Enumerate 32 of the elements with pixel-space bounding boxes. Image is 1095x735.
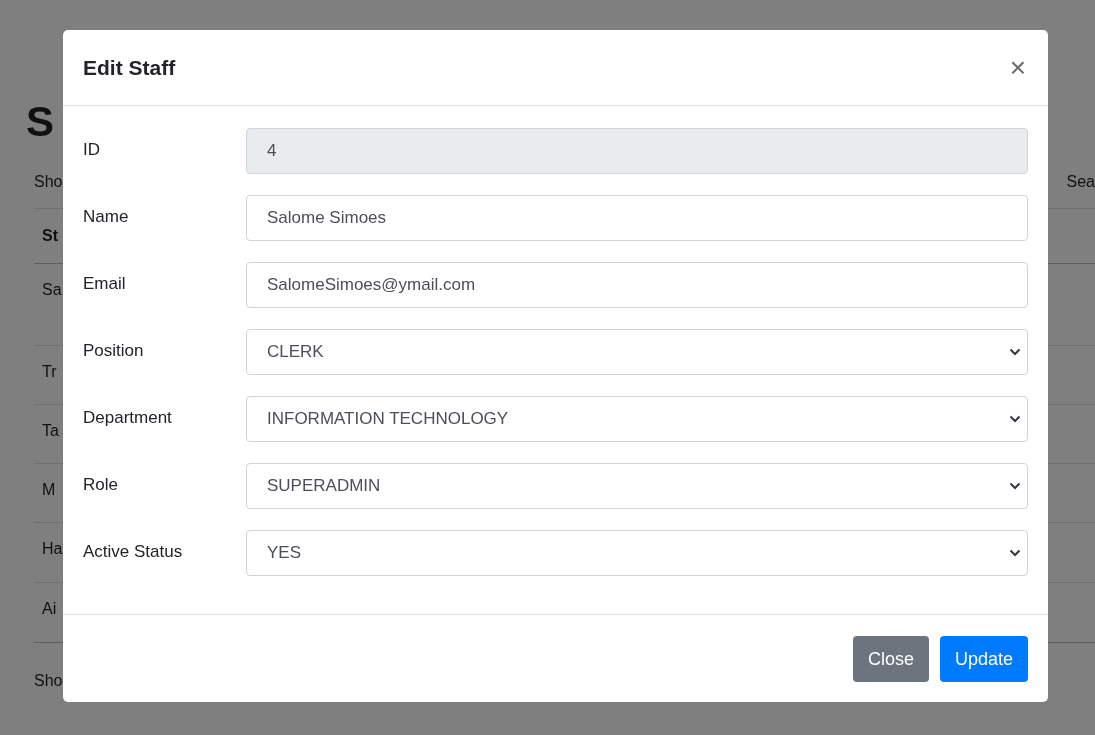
modal-title: Edit Staff xyxy=(83,55,176,80)
select-field[interactable]: CLERK xyxy=(246,329,1028,375)
field-label: Role xyxy=(83,474,119,495)
field-label: Email xyxy=(83,273,127,294)
table-cell: Ha xyxy=(42,539,63,559)
table-cell: Ta xyxy=(42,421,59,441)
table-cell: M xyxy=(42,480,56,500)
search-label: Sea xyxy=(1066,172,1095,192)
select-field[interactable]: INFORMATION TECHNOLOGY xyxy=(246,396,1028,442)
field-label: ID xyxy=(83,139,101,160)
select-field[interactable]: YES xyxy=(246,530,1028,576)
chevron-down-icon xyxy=(1009,415,1021,423)
table-info: Sho xyxy=(34,671,63,691)
chevron-down-icon xyxy=(1009,549,1021,557)
table-cell: Ai xyxy=(42,599,57,619)
update-button[interactable]: Update xyxy=(939,636,1028,682)
field-label: Name xyxy=(83,206,130,227)
close-button[interactable]: Close xyxy=(852,636,929,682)
field-label: Position xyxy=(83,340,145,361)
select-field[interactable]: SUPERADMIN xyxy=(246,463,1028,509)
input-field[interactable]: Salome Simoes xyxy=(246,195,1028,241)
field-label: Active Status xyxy=(83,541,184,562)
column-header: St xyxy=(42,226,58,246)
field-label: Department xyxy=(83,407,173,428)
input-field[interactable]: SalomeSimoes@ymail.com xyxy=(246,262,1028,308)
table-cell: Sa xyxy=(42,280,62,300)
page-heading: S xyxy=(26,97,54,147)
close-button[interactable]: × xyxy=(1007,53,1028,82)
chevron-down-icon xyxy=(1009,348,1021,356)
entries-label: Sho xyxy=(34,172,63,192)
chevron-down-icon xyxy=(1009,482,1021,490)
table-cell: Tr xyxy=(42,362,57,382)
